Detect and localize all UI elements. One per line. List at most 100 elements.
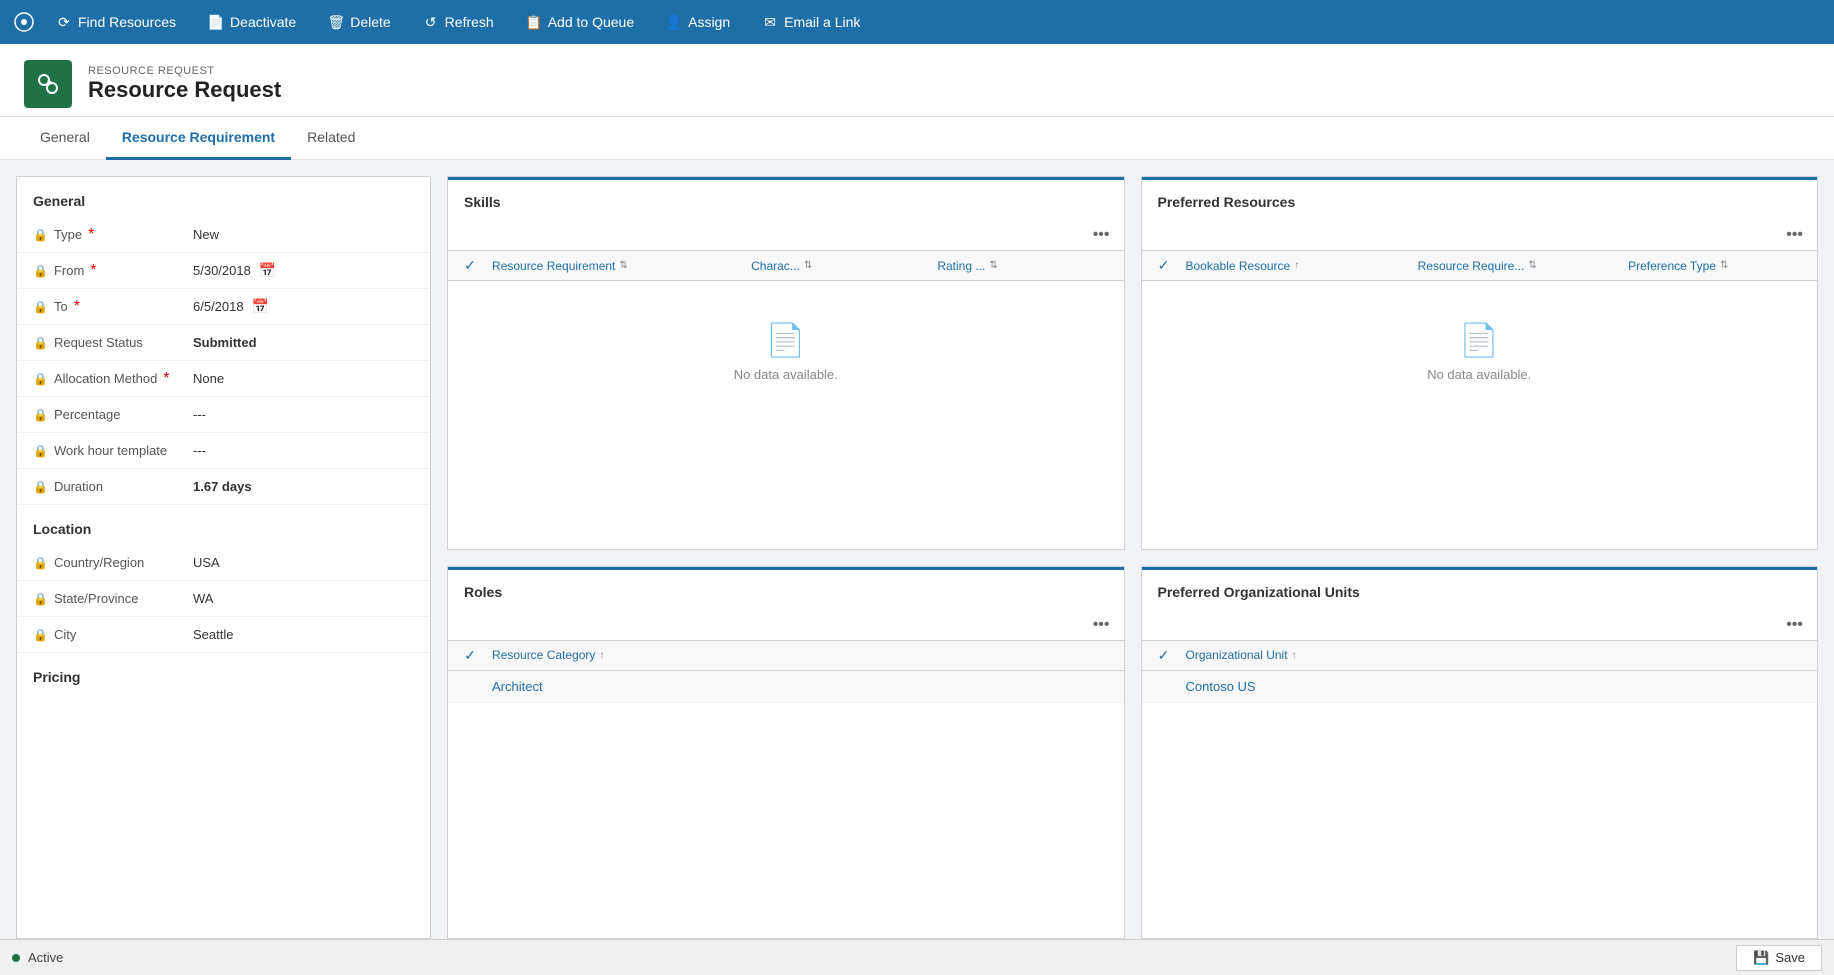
preferred-resources-toolbar: ••• bbox=[1142, 220, 1818, 250]
tabs-bar: General Resource Requirement Related bbox=[0, 117, 1834, 160]
tab-general[interactable]: General bbox=[24, 117, 106, 160]
skills-col-resource-requirement[interactable]: Resource Requirement ⇅ bbox=[484, 259, 743, 273]
header-area: RESOURCE REQUEST Resource Request bbox=[0, 44, 1834, 117]
skills-col-rating[interactable]: Rating ... ⇅ bbox=[929, 259, 1115, 273]
tab-resource-requirement[interactable]: Resource Requirement bbox=[106, 117, 291, 160]
lock-icon-from: 🔒 bbox=[33, 264, 48, 278]
preferred-org-cell-contoso[interactable]: Contoso US bbox=[1178, 679, 1810, 694]
skills-no-data: 📄 No data available. bbox=[448, 281, 1124, 422]
skills-panel-toolbar: ••• bbox=[448, 220, 1124, 250]
delete-button[interactable]: 🗑 Delete bbox=[312, 0, 406, 44]
preferred-org-ellipsis-button[interactable]: ••• bbox=[1780, 614, 1809, 636]
email-a-link-button[interactable]: ✉ Email a Link bbox=[746, 0, 876, 44]
preferred-org-units-title: Preferred Organizational Units bbox=[1142, 567, 1818, 610]
field-request-status: 🔒 Request Status Submitted bbox=[17, 325, 430, 361]
deactivate-button[interactable]: 📄 Deactivate bbox=[192, 0, 312, 44]
location-section-title: Location bbox=[17, 505, 430, 545]
entity-icon bbox=[24, 60, 72, 108]
add-to-queue-icon: 📋 bbox=[526, 14, 542, 30]
preferred-org-header-checkbox[interactable]: ✓ bbox=[1150, 647, 1178, 664]
calendar-icon-from[interactable]: 📅 bbox=[259, 262, 276, 279]
skills-panel: Skills ••• ✓ Resource Requirement ⇅ Char… bbox=[447, 176, 1125, 550]
top-bar: ⟳ Find Resources 📄 Deactivate 🗑 Delete ↺… bbox=[0, 0, 1834, 44]
sort-icon-resource-cat: ↑ bbox=[599, 650, 604, 661]
roles-header-checkbox[interactable]: ✓ bbox=[456, 647, 484, 664]
preferred-org-col-unit[interactable]: Organizational Unit ↑ bbox=[1178, 648, 1810, 662]
skills-header-checkbox[interactable]: ✓ bbox=[456, 257, 484, 274]
left-panel: General 🔒 Type * New 🔒 From * 5/30/2018 … bbox=[16, 176, 431, 939]
roles-panel-title: Roles bbox=[448, 567, 1124, 610]
roles-col-resource-category[interactable]: Resource Category ↑ bbox=[484, 648, 1116, 662]
preferred-resources-grid-header: ✓ Bookable Resource ↑ Resource Require..… bbox=[1142, 250, 1818, 281]
lock-icon-to: 🔒 bbox=[33, 300, 48, 314]
save-icon: 💾 bbox=[1753, 950, 1769, 966]
sort-icon-preference-type: ⇅ bbox=[1720, 260, 1728, 271]
field-state-province: 🔒 State/Province WA bbox=[17, 581, 430, 617]
delete-icon: 🗑 bbox=[328, 14, 344, 30]
lock-icon-type: 🔒 bbox=[33, 228, 48, 242]
preferred-org-row-contoso[interactable]: Contoso US bbox=[1142, 671, 1818, 703]
sort-icon-bookable: ↑ bbox=[1294, 260, 1299, 271]
field-type: 🔒 Type * New bbox=[17, 217, 430, 253]
preferred-resources-panel: Preferred Resources ••• ✓ Bookable Resou… bbox=[1141, 176, 1819, 550]
lock-icon-request-status: 🔒 bbox=[33, 336, 48, 350]
assign-icon: 👤 bbox=[666, 14, 682, 30]
preferred-resources-col-require[interactable]: Resource Require... ⇅ bbox=[1410, 259, 1621, 273]
skills-col-characteristics[interactable]: Charac... ⇅ bbox=[743, 259, 929, 273]
no-data-icon-skills: 📄 bbox=[766, 321, 806, 359]
skills-grid-header: ✓ Resource Requirement ⇅ Charac... ⇅ Rat… bbox=[448, 250, 1124, 281]
lock-icon-work-hour: 🔒 bbox=[33, 444, 48, 458]
status-dot bbox=[12, 954, 20, 962]
main-content: General 🔒 Type * New 🔒 From * 5/30/2018 … bbox=[0, 160, 1834, 955]
field-duration: 🔒 Duration 1.67 days bbox=[17, 469, 430, 505]
field-country-region: 🔒 Country/Region USA bbox=[17, 545, 430, 581]
add-to-queue-button[interactable]: 📋 Add to Queue bbox=[510, 0, 650, 44]
skills-panel-title: Skills bbox=[448, 177, 1124, 220]
roles-ellipsis-button[interactable]: ••• bbox=[1087, 614, 1116, 636]
roles-panel: Roles ••• ✓ Resource Category ↑ Architec… bbox=[447, 566, 1125, 940]
field-city: 🔒 City Seattle bbox=[17, 617, 430, 653]
find-resources-button[interactable]: ⟳ Find Resources bbox=[40, 0, 192, 44]
assign-button[interactable]: 👤 Assign bbox=[650, 0, 746, 44]
skills-ellipsis-button[interactable]: ••• bbox=[1087, 224, 1116, 246]
entity-info: RESOURCE REQUEST Resource Request bbox=[88, 65, 281, 103]
preferred-resources-col-bookable[interactable]: Bookable Resource ↑ bbox=[1178, 259, 1410, 273]
sort-icon-rating: ⇅ bbox=[989, 260, 997, 271]
email-icon: ✉ bbox=[762, 14, 778, 30]
preferred-resources-col-preference-type[interactable]: Preference Type ⇅ bbox=[1620, 259, 1809, 273]
lock-icon-allocation: 🔒 bbox=[33, 372, 48, 386]
status-label: Active bbox=[28, 950, 63, 965]
refresh-icon: ↺ bbox=[423, 14, 439, 30]
field-to: 🔒 To * 6/5/2018 📅 bbox=[17, 289, 430, 325]
calendar-icon-to[interactable]: 📅 bbox=[252, 298, 269, 315]
field-allocation-method: 🔒 Allocation Method * None bbox=[17, 361, 430, 397]
preferred-org-units-toolbar: ••• bbox=[1142, 610, 1818, 640]
roles-panel-toolbar: ••• bbox=[448, 610, 1124, 640]
roles-cell-architect[interactable]: Architect bbox=[484, 679, 1116, 694]
top-panels-row: Skills ••• ✓ Resource Requirement ⇅ Char… bbox=[447, 176, 1818, 939]
refresh-button[interactable]: ↺ Refresh bbox=[407, 0, 510, 44]
status-bar: Active 💾 Save bbox=[0, 939, 1834, 975]
sort-icon-org-unit: ↑ bbox=[1292, 650, 1297, 661]
preferred-org-units-panel: Preferred Organizational Units ••• ✓ Org… bbox=[1141, 566, 1819, 940]
lock-icon-percentage: 🔒 bbox=[33, 408, 48, 422]
status-left: Active bbox=[12, 950, 63, 965]
entity-title: Resource Request bbox=[88, 77, 281, 103]
tab-related[interactable]: Related bbox=[291, 117, 371, 160]
preferred-resources-header-checkbox[interactable]: ✓ bbox=[1150, 257, 1178, 274]
status-right: 💾 Save bbox=[1736, 945, 1822, 971]
roles-row-architect[interactable]: Architect bbox=[448, 671, 1124, 703]
system-nav-icon[interactable] bbox=[8, 6, 40, 38]
entity-label: RESOURCE REQUEST bbox=[88, 65, 281, 77]
general-section-title: General bbox=[17, 177, 430, 217]
preferred-resources-title: Preferred Resources bbox=[1142, 177, 1818, 220]
preferred-org-units-grid-header: ✓ Organizational Unit ↑ bbox=[1142, 640, 1818, 671]
save-button[interactable]: 💾 Save bbox=[1736, 945, 1822, 971]
field-percentage: 🔒 Percentage --- bbox=[17, 397, 430, 433]
sort-icon-charac: ⇅ bbox=[804, 260, 812, 271]
sort-icon-require: ⇅ bbox=[1528, 260, 1536, 271]
field-from: 🔒 From * 5/30/2018 📅 bbox=[17, 253, 430, 289]
preferred-resources-ellipsis-button[interactable]: ••• bbox=[1780, 224, 1809, 246]
lock-icon-state: 🔒 bbox=[33, 592, 48, 606]
lock-icon-country: 🔒 bbox=[33, 556, 48, 570]
